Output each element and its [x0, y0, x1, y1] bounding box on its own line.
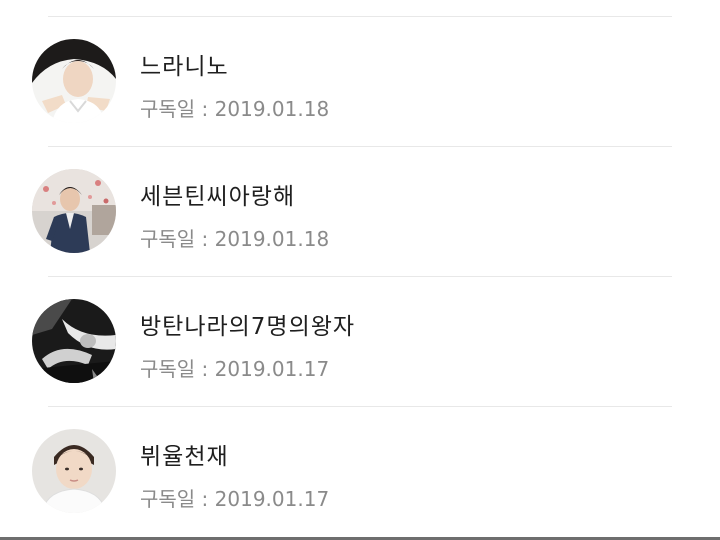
avatar-photo-icon [32, 39, 116, 123]
subscription-list: 느라니노 구독일 : 2019.01.18 세븐틴씨아랑해 구독일: 2019… [0, 0, 720, 540]
avatar-photo-icon [32, 169, 116, 253]
avatar[interactable] [32, 39, 116, 123]
channel-name[interactable]: 느라니노 [140, 47, 229, 81]
avatar[interactable] [32, 169, 116, 253]
avatar-photo-icon [32, 299, 116, 383]
avatar[interactable] [32, 429, 116, 513]
subscription-date: 구독일 : 2019.01.17 [140, 487, 330, 511]
subscription-date: 구독일 : 2019.01.18 [140, 97, 330, 121]
subscription-date: 구독일 : 2019.01.17 [140, 357, 330, 381]
channel-name[interactable]: 뷔율천재 [140, 437, 229, 471]
avatar-photo-icon [32, 429, 116, 513]
channel-name[interactable]: 방탄나라의7명의왕자 [140, 307, 355, 341]
subscription-item[interactable]: 뷔율천재 구독일 : 2019.01.17 [0, 407, 720, 537]
channel-name[interactable]: 세븐틴씨아랑해 [140, 177, 295, 211]
subscription-item[interactable]: 방탄나라의7명의왕자 구독일 : 2019.01.17 [0, 277, 720, 407]
subscription-item[interactable]: 세븐틴씨아랑해 구독일 : 2019.01.18 [0, 147, 720, 277]
subscription-date: 구독일 : 2019.01.18 [140, 227, 330, 251]
subscription-item[interactable]: 느라니노 구독일 : 2019.01.18 [0, 17, 720, 147]
avatar[interactable] [32, 299, 116, 383]
